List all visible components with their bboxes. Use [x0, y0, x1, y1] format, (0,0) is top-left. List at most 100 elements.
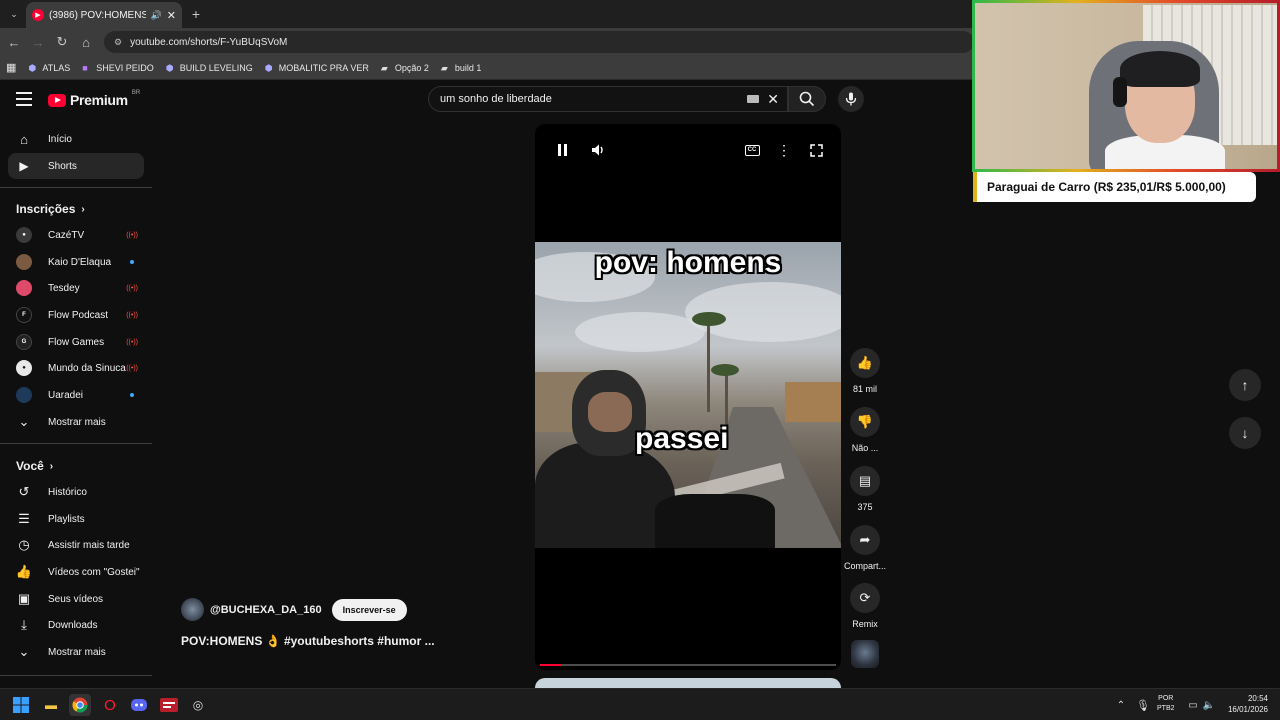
previous-short-button[interactable]: ↑ [1229, 369, 1261, 401]
tab-close-icon[interactable]: ✕ [167, 9, 176, 22]
bookmark-opcao-2[interactable]: ▰ Opção 2 [381, 63, 429, 73]
channel-avatar [16, 254, 32, 270]
streaming-app-icon[interactable] [158, 694, 180, 716]
browser-tab-active[interactable]: ▶ (3986) POV:HOMENS 👌#y 🔊 ✕ [26, 2, 182, 28]
new-content-dot [130, 393, 134, 397]
subscriptions-show-more[interactable]: ⌄ Mostrar mais [8, 409, 144, 435]
channel-avatar [16, 387, 32, 403]
next-short-button[interactable]: ↓ [1229, 417, 1261, 449]
shorts-icon: ▶ [19, 159, 29, 173]
opera-icon[interactable]: O [99, 694, 121, 716]
input-language-indicator[interactable]: POR PTB2 [1157, 694, 1175, 714]
voice-search-button[interactable] [838, 86, 864, 112]
subscription-item-tesdey[interactable]: Tesdey ((•)) [16, 275, 144, 301]
video-rider-face [588, 392, 632, 432]
keyboard-icon[interactable] [747, 95, 760, 103]
arrow-up-icon: ↑ [1241, 377, 1249, 393]
back-button[interactable]: ← [2, 30, 26, 54]
remix-button[interactable]: ⟳ Remix [844, 583, 886, 629]
tab-search-chevron-icon[interactable]: ⌄ [2, 2, 26, 26]
you-heading[interactable]: Você › [16, 459, 53, 473]
file-explorer-icon[interactable]: ▬ [40, 694, 62, 716]
clock[interactable]: 20:54 16/01/2026 [1222, 693, 1268, 715]
video-palm-tree [711, 364, 739, 376]
clock-date: 16/01/2026 [1227, 705, 1268, 714]
sidebar-divider [0, 443, 152, 444]
address-bar[interactable]: ⚙ youtube.com/shorts/F-YuBUqSVoM [104, 31, 974, 53]
apps-grid-icon[interactable]: ▦ [6, 61, 16, 74]
like-button[interactable]: 👍 81 mil [844, 348, 886, 394]
obs-icon[interactable]: ◎ [187, 694, 209, 716]
channel-avatar[interactable] [181, 598, 204, 621]
sidebar-item-label: Início [48, 133, 72, 145]
subscription-item-flow-podcast[interactable]: F Flow Podcast ((•)) [16, 302, 144, 328]
video-rider [535, 442, 675, 548]
subscription-item-uaradei[interactable]: Uaradei [16, 382, 144, 408]
sidebar-item-inicio[interactable]: ⌂ Início [8, 126, 144, 152]
more-options-button[interactable]: ⋮ [770, 136, 798, 164]
youtube-logo[interactable]: Premium BR [48, 90, 140, 108]
chrome-icon[interactable] [69, 694, 91, 716]
sidebar-item-liked-videos[interactable]: 👍 Vídeos com "Gostei" [8, 559, 144, 585]
webcam-headset [1113, 77, 1127, 107]
site-info-icon[interactable]: ⚙ [114, 37, 122, 48]
subscription-item-flow-games[interactable]: G Flow Games ((•)) [16, 329, 144, 355]
speaker-icon[interactable]: 🔊 [151, 10, 162, 21]
subscription-item-cazetv[interactable]: ● CazéTV ((•)) [16, 222, 144, 248]
captions-button[interactable]: CC [738, 136, 766, 164]
fullscreen-button[interactable] [802, 136, 830, 164]
dislike-button[interactable]: 👎 Não ... [844, 407, 886, 453]
forward-button[interactable]: → [26, 30, 50, 54]
search-button[interactable] [788, 86, 826, 112]
video-motorcycle [655, 494, 775, 548]
shorts-player[interactable]: pov: homens passei CC ⋮ [535, 124, 841, 670]
live-indicator-icon: ((•)) [126, 364, 138, 372]
channel-avatar [16, 280, 32, 296]
sidebar-item-label: Shorts [48, 160, 77, 172]
subscription-item-kaio[interactable]: Kaio D'Elaqua [16, 249, 144, 275]
bookmark-mobalitic[interactable]: ⬢ MOBALITIC PRA VER [265, 63, 369, 73]
short-title[interactable]: POV:HOMENS 👌 #youtubeshorts #humor ... [181, 634, 435, 648]
sidebar-item-watch-later[interactable]: ◷ Assistir mais tarde [8, 532, 144, 558]
volume-tray-icon[interactable]: 🔈 [1198, 694, 1220, 716]
sidebar-item-playlists[interactable]: ☰ Playlists [8, 506, 144, 532]
microphone-tray-icon[interactable]: 🎙 [1132, 694, 1154, 716]
tray-overflow-icon[interactable]: ⌃ [1110, 694, 1132, 716]
sidebar-item-shorts[interactable]: ▶ Shorts [8, 153, 144, 179]
bookmark-build-1[interactable]: ▰ build 1 [441, 63, 482, 73]
hamburger-menu-icon[interactable] [16, 92, 32, 106]
video-progress-bar[interactable] [540, 664, 836, 666]
comments-button[interactable]: ▤ 375 [844, 466, 886, 512]
next-short-preview[interactable] [535, 678, 841, 688]
subscribe-button[interactable]: Inscrever-se [331, 598, 407, 621]
sidebar-item-downloads[interactable]: ⤓ Downloads [8, 612, 144, 638]
video-frame[interactable]: pov: homens passei [535, 242, 841, 548]
sidebar-divider [0, 675, 152, 676]
share-button[interactable]: ➦ Compart... [844, 525, 886, 571]
more-vertical-icon: ⋮ [777, 141, 791, 158]
bookmark-atlas[interactable]: ⬢ ATLAS [28, 63, 70, 73]
you-show-more[interactable]: ⌄ Mostrar mais [8, 639, 144, 665]
subscriptions-heading[interactable]: Inscrições › [16, 202, 85, 216]
share-label: Compart... [844, 561, 887, 571]
home-button[interactable]: ⌂ [74, 30, 98, 54]
video-caption-top: pov: homens [594, 246, 782, 279]
search-input[interactable]: um sonho de liberdade ✕ [428, 86, 788, 112]
subscription-item-mundo-da-sinuca[interactable]: ● Mundo da Sinuca ((•)) [16, 355, 144, 381]
clear-search-icon[interactable]: ✕ [767, 91, 779, 108]
sidebar-item-historico[interactable]: ↺ Histórico [8, 479, 144, 505]
sidebar-item-your-videos[interactable]: ▣ Seus vídeos [8, 586, 144, 612]
bookmark-icon: ⬢ [28, 62, 37, 73]
bookmark-build-leveling[interactable]: ⬢ BUILD LEVELING [166, 63, 253, 73]
sound-avatar[interactable] [851, 640, 879, 668]
windows-start-icon[interactable] [10, 694, 32, 716]
reload-button[interactable]: ↻ [50, 30, 74, 54]
volume-button[interactable] [584, 136, 612, 164]
discord-icon[interactable] [128, 694, 150, 716]
microphone-icon [845, 92, 857, 106]
youtube-favicon-icon: ▶ [32, 9, 44, 21]
new-tab-button[interactable]: + [184, 2, 208, 26]
pause-button[interactable] [548, 136, 576, 164]
channel-name[interactable]: @BUCHEXA_DA_160 [210, 604, 322, 616]
bookmark-shevi-peido[interactable]: ■ SHEVI PEIDO [82, 63, 154, 73]
